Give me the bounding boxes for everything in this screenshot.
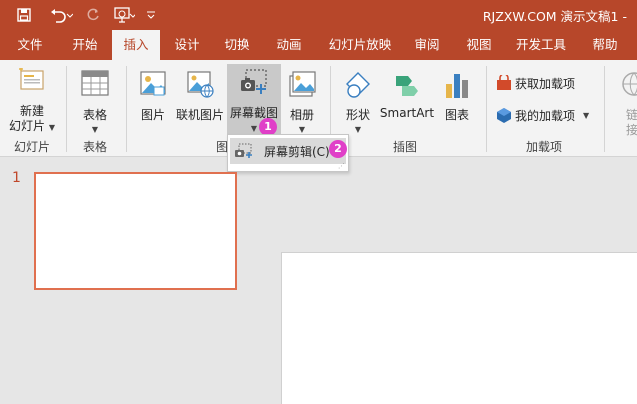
table-icon: [81, 70, 109, 99]
link-button[interactable]: 链 接: [612, 66, 637, 136]
tab-transitions[interactable]: 切换: [214, 30, 260, 60]
group-label-tables: 表格: [82, 140, 107, 154]
group-label-slides: 幻灯片: [13, 140, 50, 154]
customize-toolbar-icon[interactable]: [144, 5, 158, 25]
screenshot-label: 屏幕截图: [229, 106, 278, 120]
smartart-icon: [392, 70, 422, 103]
tab-view[interactable]: 视图: [456, 30, 502, 60]
save-icon[interactable]: [14, 5, 34, 25]
group-label-addins: 加载项: [525, 140, 562, 154]
shapes-button[interactable]: 形状 ▼: [340, 66, 376, 136]
group-divider: [486, 66, 487, 152]
my-addins-icon: [496, 107, 512, 123]
online-picture-button[interactable]: 联机图片: [174, 66, 226, 136]
link-label-2: 接: [626, 123, 637, 136]
smartart-label: SmartArt: [379, 106, 435, 120]
step-badge-2: 2: [329, 140, 347, 158]
tab-developer[interactable]: 开发工具: [508, 30, 574, 60]
ribbon-tabs: 文件 开始 插入 设计 切换 动画 幻灯片放映 审阅 视图 开发工具 帮助: [0, 30, 637, 60]
tab-design[interactable]: 设计: [164, 30, 210, 60]
my-addins-button[interactable]: 我的加载项 ▼: [496, 104, 589, 126]
chevron-down-icon: ▼: [250, 124, 258, 133]
screen-clipping-label: 屏幕剪辑(C): [264, 144, 330, 159]
link-icon: [620, 70, 637, 101]
chevron-down-icon: ▼: [298, 125, 306, 134]
group-divider: [604, 66, 605, 152]
slide-canvas[interactable]: [281, 252, 637, 404]
online-picture-label: 联机图片: [175, 108, 224, 122]
tab-insert[interactable]: 插入: [112, 30, 160, 60]
group-divider: [126, 66, 127, 152]
tab-help[interactable]: 帮助: [582, 30, 628, 60]
screen-clipping-icon: [234, 143, 256, 159]
tab-file[interactable]: 文件: [6, 30, 54, 60]
picture-label: 图片: [140, 108, 165, 122]
window-title: RJZXW.COM 演示文稿1 -: [482, 9, 627, 24]
resize-grip-icon[interactable]: ⋰: [338, 163, 345, 170]
picture-icon: [139, 70, 167, 101]
get-addins-label: 获取加载项: [515, 76, 576, 91]
chevron-down-icon: ▼: [48, 123, 55, 132]
screenshot-icon: [239, 68, 269, 101]
slide-thumbnail[interactable]: [34, 172, 237, 290]
online-picture-icon: [186, 70, 214, 101]
new-slide-button[interactable]: 新建 幻灯片 ▼: [4, 66, 60, 136]
title-bar: RJZXW.COM 演示文稿1 -: [0, 0, 637, 30]
my-addins-label: 我的加载项: [515, 108, 576, 123]
tab-animations[interactable]: 动画: [266, 30, 312, 60]
start-slideshow-icon[interactable]: [112, 5, 136, 25]
chevron-down-icon: ▼: [354, 125, 362, 134]
chart-icon: [443, 70, 471, 103]
chevron-down-icon: ▼: [91, 125, 99, 134]
undo-icon[interactable]: [46, 5, 74, 25]
table-button[interactable]: 表格 ▼: [72, 66, 118, 136]
smartart-button[interactable]: SmartArt: [378, 66, 436, 136]
group-divider: [66, 66, 67, 152]
tab-slideshow[interactable]: 幻灯片放映: [320, 30, 400, 60]
tab-review[interactable]: 审阅: [404, 30, 450, 60]
redo-icon[interactable]: [84, 5, 102, 25]
shapes-icon: [343, 70, 373, 103]
new-slide-label-2-wrap: 幻灯片 ▼: [4, 117, 60, 134]
tab-home[interactable]: 开始: [60, 30, 110, 60]
get-addins-button[interactable]: 获取加载项: [496, 72, 575, 94]
new-slide-label-2: 幻灯片: [9, 119, 46, 133]
group-label-illustrations: 插图: [392, 140, 417, 154]
slide-number: 1: [12, 170, 21, 186]
chart-button[interactable]: 图表: [438, 66, 476, 136]
photo-album-icon: [288, 70, 316, 101]
store-icon: [496, 73, 512, 91]
picture-button[interactable]: 图片: [134, 66, 172, 136]
photo-album-button[interactable]: 相册 ▼: [284, 66, 320, 136]
new-slide-icon: [17, 67, 47, 99]
chevron-down-icon[interactable]: ▼: [583, 111, 589, 120]
chart-label: 图表: [444, 108, 469, 122]
